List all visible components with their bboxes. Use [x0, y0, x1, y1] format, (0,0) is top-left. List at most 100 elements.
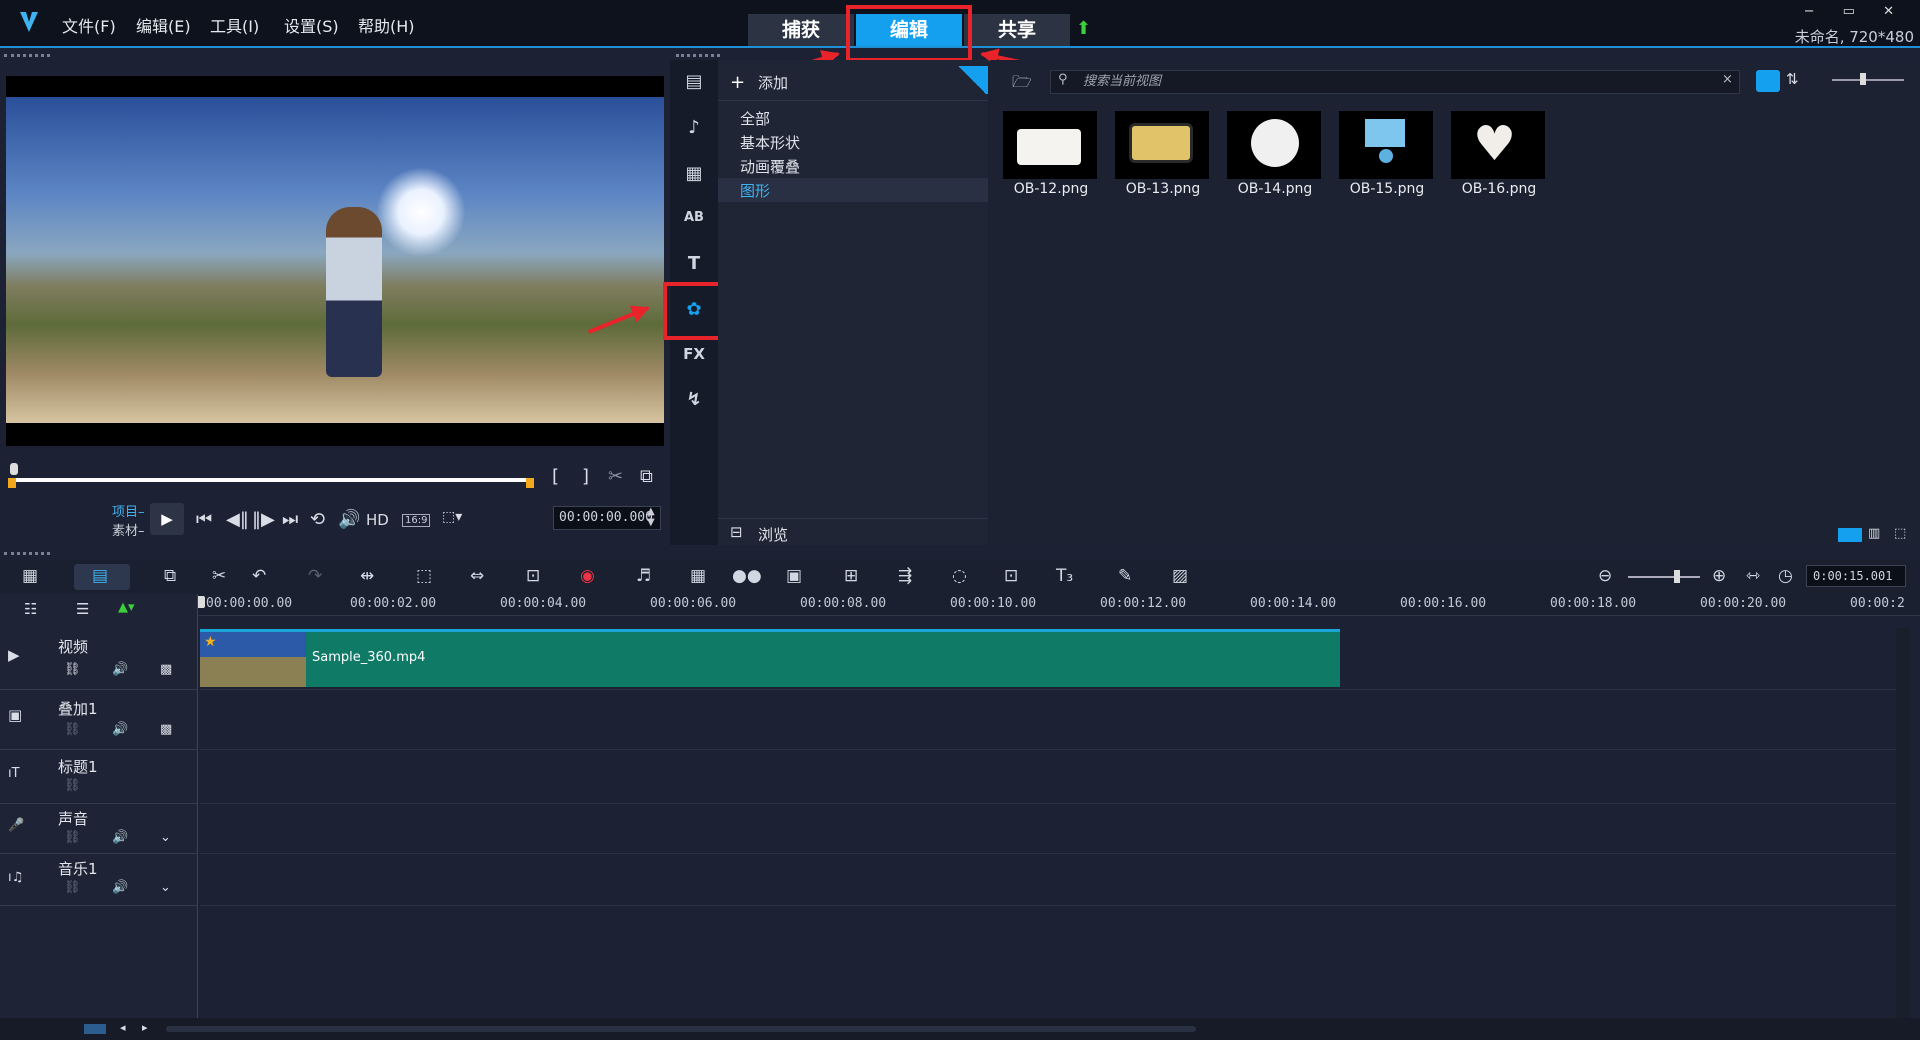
- playhead-handle[interactable]: [10, 463, 18, 475]
- toolbar-icon[interactable]: ▣: [786, 566, 802, 586]
- mute-icon[interactable]: 🔊: [112, 722, 128, 737]
- zoom-handle[interactable]: [1674, 570, 1680, 583]
- repeat-icon[interactable]: ⟲: [310, 509, 325, 530]
- text-icon[interactable]: T: [676, 246, 712, 282]
- browse-button[interactable]: 浏览: [758, 524, 788, 545]
- track-overlay[interactable]: ▣ 叠加1 ⛓ 🔊 ▩: [0, 690, 198, 750]
- undo-icon[interactable]: ↶: [252, 566, 266, 586]
- timeline-playhead[interactable]: [197, 596, 205, 608]
- library-item[interactable]: OB-13.png: [1109, 107, 1217, 199]
- track-manager-icon[interactable]: ☷: [24, 600, 37, 618]
- end-icon[interactable]: ⏭: [282, 509, 298, 530]
- link-icon[interactable]: ⛓: [64, 830, 81, 845]
- next-frame-icon[interactable]: ‖▶: [252, 509, 275, 530]
- grid-icon[interactable]: ▩: [160, 722, 172, 737]
- timeline-ruler[interactable]: [198, 594, 1920, 616]
- toolbar-icon[interactable]: ⊡: [526, 566, 540, 586]
- instant-project-icon[interactable]: ♪: [676, 110, 712, 146]
- mark-in-icon[interactable]: [: [552, 466, 559, 487]
- panel-grip[interactable]: [4, 54, 50, 58]
- vertical-scrollbar[interactable]: [1896, 628, 1910, 1018]
- fx-icon[interactable]: FX: [676, 336, 712, 372]
- toolbar-icon[interactable]: ⧉: [164, 566, 176, 586]
- thumbnail-size-handle[interactable]: [1860, 73, 1866, 85]
- category-animated-overlay[interactable]: 动画覆叠: [740, 156, 800, 177]
- toolbar-icon[interactable]: ⊡: [1004, 566, 1018, 586]
- toolbar-icon[interactable]: ⇔: [470, 566, 484, 586]
- library-item[interactable]: OB-14.png: [1221, 107, 1329, 199]
- link-icon[interactable]: ⛓: [64, 662, 81, 677]
- layout-icon[interactable]: [1838, 528, 1862, 542]
- play-button[interactable]: ▶: [150, 503, 184, 535]
- trim-start-marker[interactable]: [8, 478, 16, 488]
- video-clip[interactable]: ★ Sample_360.mp4: [200, 629, 1340, 687]
- zoom-in-icon[interactable]: ⊕: [1712, 566, 1726, 586]
- redo-icon[interactable]: ↷: [308, 566, 322, 586]
- link-icon[interactable]: ⛓: [64, 778, 81, 793]
- toolbar-icon[interactable]: ◉: [580, 566, 595, 586]
- toolbar-icon[interactable]: ▦: [690, 566, 706, 586]
- track-options-icon[interactable]: ☰: [76, 600, 89, 618]
- menu-edit[interactable]: 编辑(E): [136, 13, 191, 37]
- media-icon[interactable]: ▤: [676, 64, 712, 100]
- path-icon[interactable]: ↯: [676, 382, 712, 418]
- thumbnail-size-slider[interactable]: [1832, 79, 1904, 81]
- library-item[interactable]: OB-15.png: [1333, 107, 1441, 199]
- toolbar-icon[interactable]: ◌: [952, 566, 967, 586]
- toolbar-icon[interactable]: ⇹: [360, 566, 374, 586]
- track-voice[interactable]: 🎤 声音 ⛓ 🔊 ⌄: [0, 804, 198, 854]
- mark-out-icon[interactable]: ]: [582, 466, 589, 487]
- zoom-out-icon[interactable]: ⊖: [1598, 566, 1612, 586]
- scroll-left-icon[interactable]: ◂: [120, 1021, 126, 1034]
- resize-icon[interactable]: ⬚▾: [442, 509, 462, 525]
- title-3d-icon[interactable]: T₃: [1056, 566, 1073, 586]
- toolbar-icon[interactable]: ⬚: [416, 566, 432, 586]
- category-all[interactable]: 全部: [740, 108, 770, 129]
- scrub-bar[interactable]: [12, 478, 534, 482]
- chevron-down-icon[interactable]: ⌄: [160, 880, 171, 895]
- track-row[interactable]: [200, 690, 1896, 750]
- mode-project[interactable]: 项目–: [112, 501, 145, 520]
- toolbar-icon[interactable]: ✎: [1118, 566, 1132, 586]
- add-button[interactable]: 添加: [758, 72, 788, 93]
- timeline-grip[interactable]: [4, 552, 50, 556]
- volume-icon[interactable]: 🔊: [338, 509, 360, 530]
- track-row[interactable]: [200, 854, 1896, 906]
- storyboard-view-icon[interactable]: ▦: [22, 566, 38, 586]
- category-graphics[interactable]: 图形: [740, 180, 770, 201]
- menu-file[interactable]: 文件(F): [62, 13, 116, 37]
- aspect-ratio-button[interactable]: 16:9: [402, 514, 431, 527]
- trim-end-marker[interactable]: [526, 478, 534, 488]
- toolbar-icon[interactable]: ●●: [732, 566, 762, 586]
- track-video[interactable]: ▶ 视频 ⛓ 🔊 ▩: [0, 628, 198, 690]
- grid-icon[interactable]: ▩: [160, 662, 172, 677]
- menu-tools[interactable]: 工具(I): [210, 13, 259, 37]
- toolbar-icon[interactable]: ⊞: [844, 566, 858, 586]
- sort-icon[interactable]: ⇅: [1786, 70, 1799, 88]
- library-item[interactable]: ♥ OB-16.png: [1445, 107, 1553, 199]
- title-icon[interactable]: AB: [676, 200, 712, 236]
- pin-icon[interactable]: [956, 66, 988, 94]
- folder-icon[interactable]: 🗁: [1012, 71, 1032, 98]
- add-track-icon[interactable]: ▲▾: [118, 600, 135, 615]
- toolbar-icon[interactable]: ✂: [212, 566, 226, 586]
- hd-label[interactable]: HD: [366, 511, 389, 529]
- track-row[interactable]: [200, 804, 1896, 854]
- toolbar-icon[interactable]: ⇶: [898, 566, 912, 586]
- track-size-icon[interactable]: [84, 1024, 106, 1034]
- timecode-spinner-icon[interactable]: ▲ ▼: [647, 506, 655, 528]
- category-basic-shapes[interactable]: 基本形状: [740, 132, 800, 153]
- scroll-right-icon[interactable]: ▸: [142, 1021, 148, 1034]
- home-icon[interactable]: ⏮: [196, 509, 212, 530]
- split-clip-icon[interactable]: ✂: [608, 466, 623, 487]
- horizontal-scrollbar[interactable]: [166, 1026, 1196, 1032]
- audio-icon[interactable]: ♬: [636, 566, 651, 586]
- menu-help[interactable]: 帮助(H): [358, 13, 415, 37]
- library-search-input[interactable]: 搜索当前视图: [1050, 70, 1740, 94]
- library-item[interactable]: OB-12.png: [997, 107, 1105, 199]
- upload-icon[interactable]: ⬆: [1076, 18, 1091, 39]
- chevron-down-icon[interactable]: ⌄: [160, 830, 171, 845]
- mute-icon[interactable]: 🔊: [112, 880, 128, 895]
- transition-icon[interactable]: ▦: [676, 156, 712, 192]
- mute-icon[interactable]: 🔊: [112, 830, 128, 845]
